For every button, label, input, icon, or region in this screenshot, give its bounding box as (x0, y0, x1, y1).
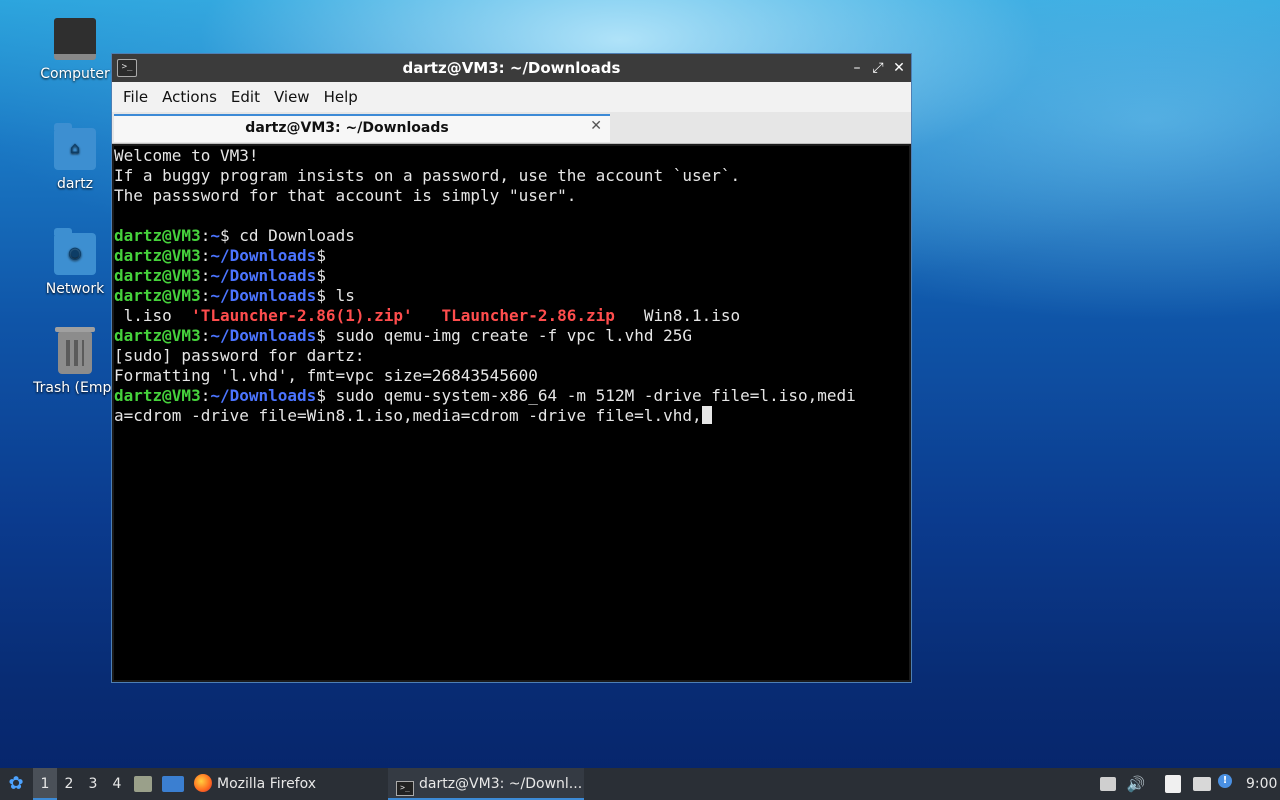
terminal-line: a=cdrom -drive file=Win8.1.iso,media=cdr… (114, 406, 909, 426)
text-cursor (701, 406, 712, 424)
firefox-icon (194, 774, 212, 792)
workspace-4[interactable]: 4 (105, 768, 129, 800)
terminal-line: dartz@VM3:~/Downloads$ sudo qemu-system-… (114, 386, 856, 405)
terminal-line: dartz@VM3:~$ cd Downloads (114, 226, 355, 245)
network-folder-icon: ◉ (54, 228, 96, 275)
terminal-line: dartz@VM3:~/Downloads$ sudo qemu-img cre… (114, 326, 692, 345)
taskbar-firefox-label: Mozilla Firefox (217, 776, 317, 792)
volume-icon[interactable]: 🔊 (1126, 768, 1146, 800)
terminal-line: dartz@VM3:~/Downloads$ ls (114, 286, 355, 305)
desktop-icon-label: Computer (40, 66, 110, 82)
workspace-2[interactable]: 2 (57, 768, 81, 800)
tab-terminal[interactable]: dartz@VM3: ~/Downloads ✕ (114, 114, 610, 142)
home-folder-icon: ⌂ (54, 123, 96, 170)
terminal-line: [sudo] password for dartz: (114, 346, 365, 365)
desktop-icon-label: Network (45, 281, 105, 297)
clipboard-icon[interactable] (1165, 775, 1181, 793)
workspace-3[interactable]: 3 (81, 768, 105, 800)
start-menu-icon[interactable]: ✿ (4, 768, 28, 800)
terminal-output[interactable]: Welcome to VM3! If a buggy program insis… (114, 146, 909, 680)
menu-file[interactable]: File (116, 88, 155, 106)
window-title: dartz@VM3: ~/Downloads (402, 59, 621, 77)
desktop-icon-network[interactable]: ◉ Network (27, 228, 123, 297)
tab-close-icon[interactable]: ✕ (590, 118, 602, 134)
minimize-button[interactable]: – (847, 58, 867, 78)
terminal-task-icon: >_ (396, 781, 414, 796)
clock[interactable]: 9:00 (1246, 768, 1277, 800)
menubar: File Actions Edit View Help (112, 82, 911, 112)
eject-icon[interactable] (1100, 777, 1116, 791)
menu-edit[interactable]: Edit (224, 88, 267, 106)
taskbar-terminal-label: dartz@VM3: ~/Downl... (419, 776, 583, 792)
desktop-icon-label: Trash (Empt (33, 380, 117, 396)
menu-actions[interactable]: Actions (155, 88, 224, 106)
monitor-icon (54, 18, 96, 60)
terminal-line: dartz@VM3:~/Downloads$ (114, 246, 326, 265)
file-manager-icon[interactable] (134, 776, 152, 792)
desktop-icon-home[interactable]: ⌂ dartz (27, 123, 123, 192)
desktop-icon-label: dartz (56, 176, 94, 192)
terminal-line: If a buggy program insists on a password… (114, 166, 741, 185)
desktop-icon-computer[interactable]: Computer (27, 18, 123, 82)
close-button[interactable]: ✕ (889, 58, 909, 78)
taskbar: ✿ 1 2 3 4 Mozilla Firefox >_ dartz@VM3: ~… (0, 768, 1280, 800)
network-status-icon[interactable] (1193, 777, 1211, 791)
tab-bar: dartz@VM3: ~/Downloads ✕ (112, 112, 911, 144)
terminal-line: dartz@VM3:~/Downloads$ (114, 266, 326, 285)
terminal-window: >_ dartz@VM3: ~/Downloads – ⤢ ✕ File Act… (111, 53, 912, 683)
show-desktop-icon[interactable] (162, 776, 184, 792)
window-titlebar[interactable]: >_ dartz@VM3: ~/Downloads – ⤢ ✕ (112, 54, 911, 82)
taskbar-terminal[interactable]: >_ dartz@VM3: ~/Downl... (388, 768, 584, 800)
notification-icon[interactable]: ! (1218, 774, 1232, 788)
maximize-button[interactable]: ⤢ (868, 58, 888, 78)
trash-icon (55, 327, 95, 374)
workspace-1[interactable]: 1 (33, 768, 57, 800)
taskbar-firefox[interactable]: Mozilla Firefox (194, 768, 374, 800)
terminal-line: Formatting 'l.vhd', fmt=vpc size=2684354… (114, 366, 538, 385)
terminal-line: The passsword for that account is simply… (114, 186, 577, 205)
menu-help[interactable]: Help (317, 88, 365, 106)
desktop-icon-trash[interactable]: Trash (Empt (27, 327, 123, 396)
menu-view[interactable]: View (267, 88, 317, 106)
tab-label: dartz@VM3: ~/Downloads (245, 120, 449, 136)
terminal-line: Welcome to VM3! (114, 146, 259, 165)
terminal-line: l.iso 'TLauncher-2.86(1).zip' TLauncher-… (114, 306, 741, 325)
